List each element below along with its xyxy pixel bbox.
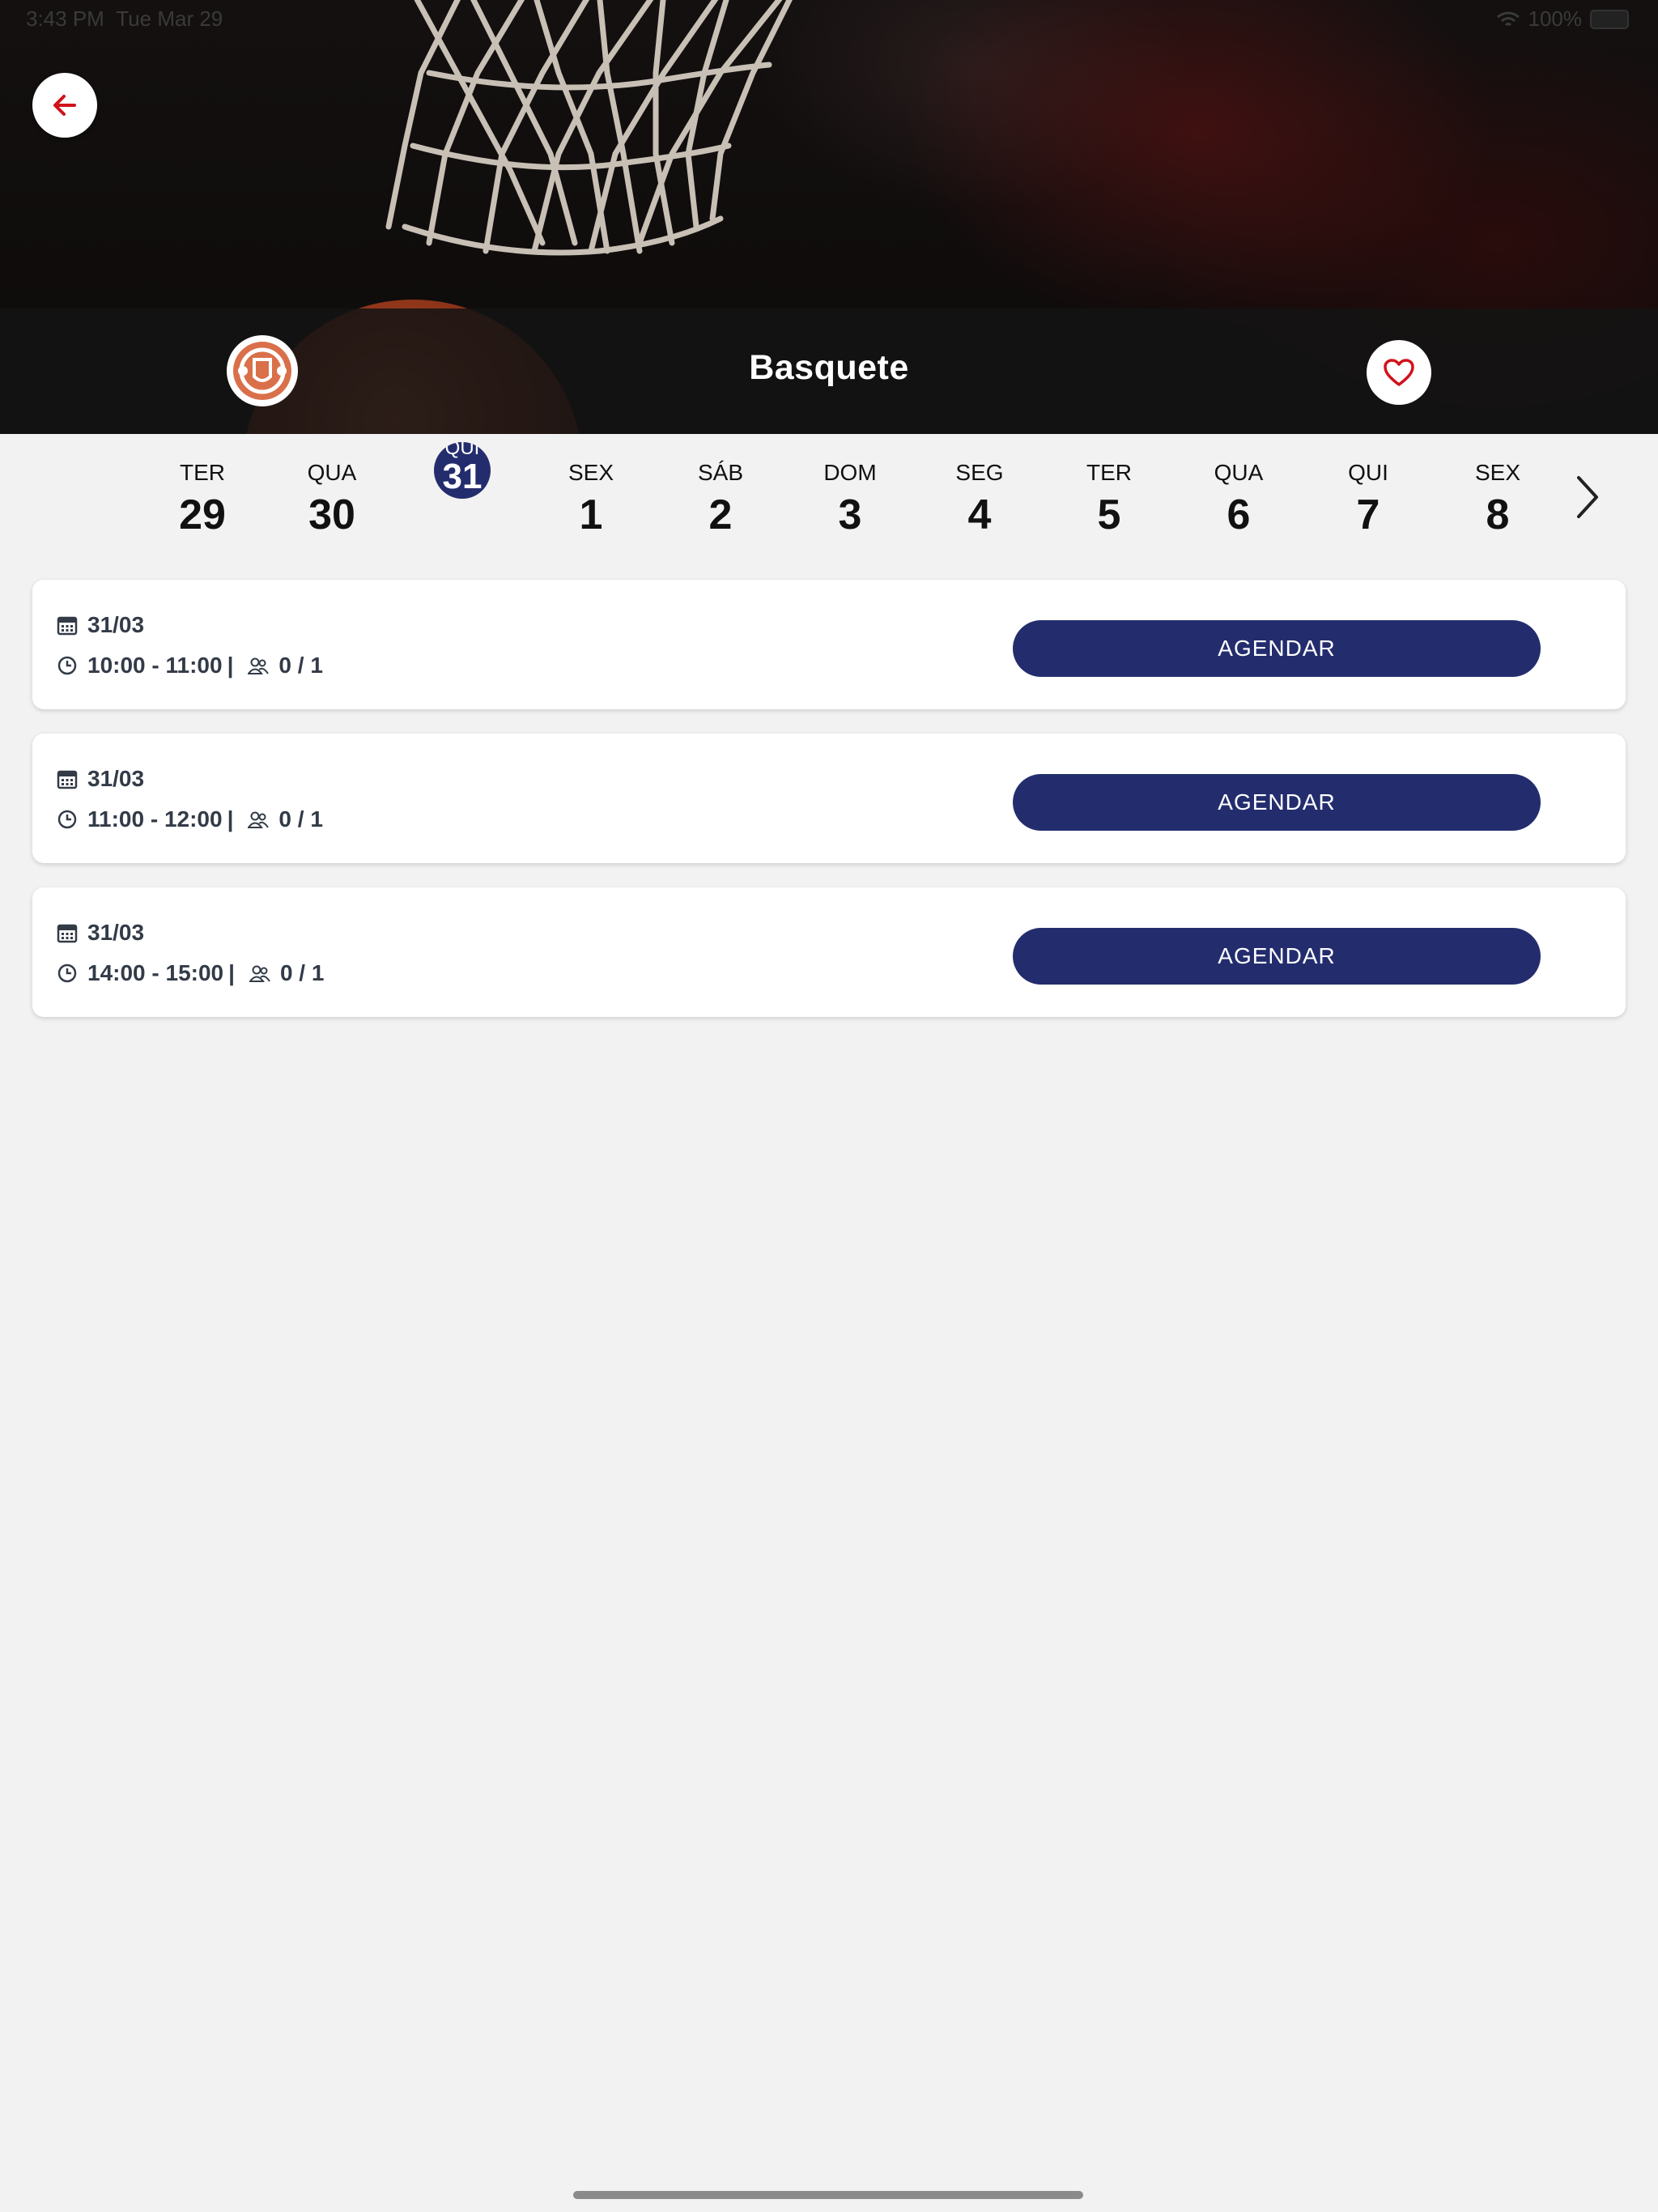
status-date-text: Tue Mar 29	[116, 6, 223, 31]
day-item[interactable]: TER 29	[154, 460, 251, 539]
slot-date: 31/03	[87, 612, 145, 637]
slot-card: 31/03 11:00 - 12:00 | 0 / 1 AGENDAR	[32, 734, 1626, 863]
day-of-week: SEX	[1474, 460, 1521, 485]
slot-capacity: 0 / 1	[278, 653, 323, 678]
day-of-week: SEX	[568, 460, 614, 485]
day-item[interactable]: SEG 4	[931, 460, 1028, 539]
day-number: 1	[579, 491, 603, 538]
slot-date-row: 31/03	[57, 766, 144, 792]
day-item[interactable]: SÁB 2	[672, 460, 769, 539]
separator: |	[227, 653, 234, 678]
day-of-week: DOM	[823, 460, 877, 485]
agendar-button[interactable]: AGENDAR	[1013, 774, 1541, 831]
arrow-left-icon	[53, 95, 76, 116]
day-item[interactable]: DOM 3	[801, 460, 899, 539]
day-of-week: TER	[180, 460, 225, 485]
day-of-week: QUI	[1348, 460, 1388, 485]
next-days-button[interactable]	[1571, 473, 1603, 525]
day-item[interactable]: SEX 8	[1449, 460, 1546, 539]
back-button[interactable]	[32, 73, 97, 138]
separator: |	[228, 960, 235, 985]
day-of-week: SÁB	[697, 460, 744, 485]
slot-date: 31/03	[87, 920, 145, 945]
day-number: 4	[967, 491, 992, 538]
battery-text: 100%	[1528, 6, 1583, 31]
day-of-week: SEG	[955, 460, 1004, 485]
slot-time-row: 14:00 - 15:00 | 0 / 1	[57, 960, 324, 986]
heart-icon	[1384, 359, 1414, 386]
people-icon	[248, 657, 270, 674]
wifi-icon	[1496, 11, 1520, 26]
date-strip: TER 29 QUA 30 QUI 31 SEX 1 SÁB 2 DOM 3 S…	[0, 434, 1658, 564]
chevron-right-icon	[1577, 476, 1598, 518]
day-number: 2	[708, 491, 733, 538]
day-number: 3	[838, 491, 862, 538]
day-of-week: TER	[1086, 460, 1132, 485]
home-indicator[interactable]	[573, 2191, 1083, 2199]
clock-icon	[57, 810, 77, 829]
favorite-button[interactable]	[1367, 340, 1431, 405]
people-icon	[248, 811, 270, 828]
basketball-net-graphic	[385, 0, 793, 256]
day-number: 29	[179, 491, 226, 538]
day-number: 31	[442, 457, 483, 496]
slot-card: 31/03 10:00 - 11:00 | 0 / 1 AGENDAR	[32, 580, 1626, 709]
day-number: 5	[1097, 491, 1121, 538]
clock-icon	[57, 656, 77, 675]
slot-card: 31/03 14:00 - 15:00 | 0 / 1 AGENDAR	[32, 887, 1626, 1017]
clock-icon	[57, 963, 77, 983]
slot-time: 10:00 - 11:00	[87, 653, 223, 678]
day-item[interactable]: QUA 30	[283, 460, 380, 539]
status-time-text: 3:43 PM	[26, 6, 104, 31]
calendar-icon	[57, 924, 78, 943]
day-number: 7	[1356, 491, 1380, 538]
slot-time-row: 10:00 - 11:00 | 0 / 1	[57, 653, 323, 678]
slot-time: 11:00 - 12:00	[87, 806, 223, 832]
day-item[interactable]: QUA 6	[1190, 460, 1287, 539]
day-of-week: QUA	[1214, 460, 1264, 485]
calendar-icon	[57, 616, 78, 636]
day-number: 8	[1486, 491, 1510, 538]
agendar-button[interactable]: AGENDAR	[1013, 928, 1541, 985]
separator: |	[227, 806, 234, 832]
day-item[interactable]: QUI 7	[1320, 460, 1417, 539]
slot-date-row: 31/03	[57, 612, 144, 638]
day-of-week: QUA	[307, 460, 357, 485]
day-item[interactable]: TER 5	[1061, 460, 1158, 539]
agendar-button[interactable]: AGENDAR	[1013, 620, 1541, 677]
status-bar: 3:43 PM Tue Mar 29 100%	[0, 6, 1658, 34]
day-item[interactable]: SEX 1	[542, 460, 640, 539]
battery-icon	[1590, 9, 1629, 29]
day-number: 6	[1226, 491, 1251, 538]
slot-time: 14:00 - 15:00	[87, 960, 224, 985]
people-icon	[249, 965, 270, 982]
slot-date-row: 31/03	[57, 920, 144, 946]
slot-capacity: 0 / 1	[279, 960, 325, 985]
status-time: 3:43 PM Tue Mar 29	[26, 6, 223, 32]
day-number: 30	[308, 491, 355, 538]
slot-time-row: 11:00 - 12:00 | 0 / 1	[57, 806, 323, 832]
slot-capacity: 0 / 1	[278, 806, 323, 832]
day-item-selected[interactable]: QUI 31	[434, 442, 491, 499]
slot-date: 31/03	[87, 766, 145, 791]
calendar-icon	[57, 770, 78, 789]
status-right: 100%	[1496, 6, 1629, 32]
